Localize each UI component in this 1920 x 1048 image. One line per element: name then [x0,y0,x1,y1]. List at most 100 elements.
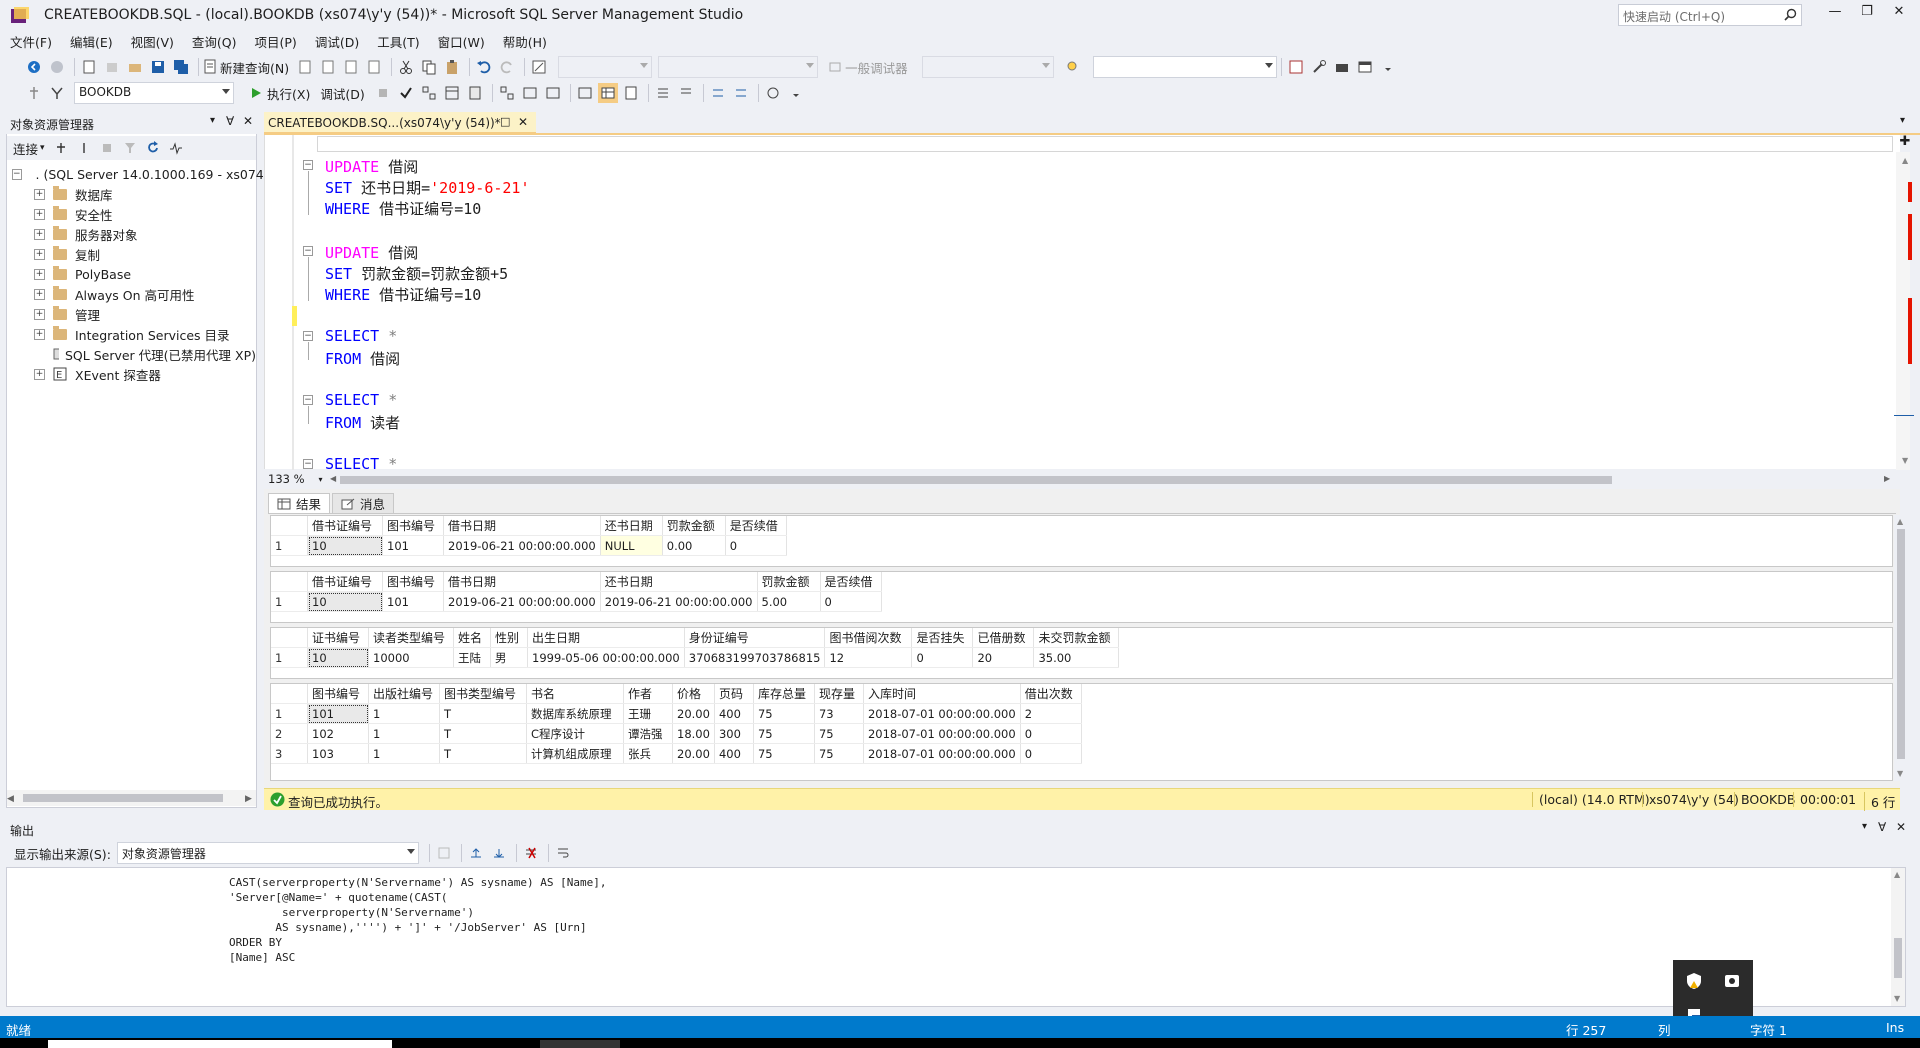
properties-icon[interactable] [1309,57,1329,77]
column-header[interactable]: 身份证编号 [684,628,826,648]
scroll-up-icon[interactable]: ▲ [1894,870,1900,879]
expand-icon[interactable]: + [34,308,45,320]
column-header[interactable]: 库存总量 [753,684,815,704]
scroll-down-icon[interactable]: ▼ [1894,994,1900,1003]
debug-button[interactable]: 调试(D) [320,84,364,103]
forward-icon[interactable] [47,57,67,77]
tab-close-icon[interactable]: ✕ [518,115,528,129]
filter-icon[interactable] [120,138,140,158]
undo-icon[interactable] [474,57,494,77]
uncomment-icon[interactable] [676,83,696,103]
tree-node-server-objects[interactable]: + 服务器对象 [12,224,256,244]
menu-tools[interactable]: 工具(T) [371,30,425,53]
tree-node-sql-agent[interactable]: SQL Server 代理(已禁用代理 XP) [12,344,256,364]
clear-all-icon[interactable] [521,843,541,863]
solution-platform-select[interactable] [658,56,819,78]
toolbox-icon[interactable] [1332,57,1352,77]
column-header[interactable]: 罚款金额 [662,516,726,536]
pin-icon[interactable]: ∀ [1878,820,1886,834]
column-header[interactable]: 作者 [623,684,673,704]
connect-icon[interactable] [24,83,44,103]
connect-dropdown[interactable]: 连接 [13,139,38,158]
column-header[interactable]: 出生日期 [527,628,685,648]
stop-icon[interactable] [373,83,393,103]
back-icon[interactable] [24,57,44,77]
editor-navigation-bar[interactable] [317,136,1893,152]
output-vscroll[interactable]: ▲ ▼ [1891,868,1905,1006]
debugger-button[interactable]: 一般调试器 [828,58,908,77]
menu-window[interactable]: 窗口(W) [432,30,491,53]
scroll-down-icon[interactable]: ▼ [1902,456,1908,465]
column-header[interactable]: 是否续借 [820,572,882,592]
tree-node-polybase[interactable]: + PolyBase [12,264,256,284]
tree-node-databases[interactable]: + 数据库 [12,184,256,204]
menu-help[interactable]: 帮助(H) [497,30,553,53]
column-header[interactable]: 未交罚款金额 [1033,628,1120,648]
column-header[interactable]: 还书日期 [600,516,663,536]
column-header[interactable]: 入库时间 [863,684,1021,704]
tree-node-always-on[interactable]: + Always On 高可用性 [12,284,256,304]
column-header[interactable]: 罚款金额 [757,572,821,592]
menu-project[interactable]: 项目(P) [249,30,303,53]
column-header[interactable]: 图书编号 [382,516,444,536]
disconnect-icon[interactable] [74,138,94,158]
scroll-down-icon[interactable]: ▼ [1897,769,1903,778]
column-header[interactable]: 是否挂失 [911,628,974,648]
table-row[interactable]: 1 10 10000 王陆 男 1999-05-06 00:00:00.000 … [271,647,1120,668]
fold-icon[interactable]: − [303,246,313,256]
find-in-files-icon[interactable] [1064,57,1084,77]
dmx-query-icon[interactable] [318,57,338,77]
collapse-icon[interactable]: − [12,168,22,180]
expand-icon[interactable]: + [34,268,45,280]
menu-file[interactable]: 文件(F) [4,30,58,53]
result-grid-3[interactable]: 证书编号 读者类型编号 姓名 性别 出生日期 身份证编号 图书借阅次数 是否挂失… [270,627,1893,679]
table-row[interactable]: 1 101 1 T 数据库系统原理 王珊 20.00 400 75 73 201… [271,703,1082,724]
security-shield-icon[interactable] [1685,972,1703,990]
change-connection-icon[interactable] [47,83,67,103]
menu-query[interactable]: 查询(Q) [186,30,243,53]
menu-view[interactable]: 视图(V) [125,30,180,53]
database-select[interactable]: BOOKDB [74,82,234,104]
menu-debug[interactable]: 调试(D) [309,30,365,53]
table-row[interactable]: 1 10 101 2019-06-21 00:00:00.000 2019-06… [271,591,882,612]
parse-check-icon[interactable] [396,83,416,103]
decrease-indent-icon[interactable] [708,83,728,103]
column-header[interactable]: 借书证编号 [307,516,383,536]
scroll-up-icon[interactable]: ▲ [1897,517,1903,526]
activity-monitor-icon[interactable] [529,57,549,77]
activity-icon[interactable] [166,138,186,158]
column-header[interactable]: 现存量 [814,684,864,704]
tree-node-xevent-profiler[interactable]: + E XEvent 探查器 [12,364,256,384]
scroll-up-icon[interactable]: ▲ [1902,156,1908,165]
go-to-next-icon[interactable] [489,843,509,863]
results-to-grid-icon[interactable] [597,83,618,103]
tab-pin-icon[interactable]: □ [500,115,510,128]
display-plan-icon[interactable] [419,83,439,103]
open-folder-icon[interactable] [125,57,145,77]
panel-close-icon[interactable]: ✕ [243,114,253,128]
expand-icon[interactable]: + [34,288,45,300]
specify-values-icon[interactable] [465,83,485,103]
toolbar-options-icon[interactable] [1378,57,1398,77]
expand-icon[interactable]: + [34,188,45,200]
table-row[interactable]: 2 102 1 T C程序设计 谭浩强 18.00 300 75 75 2018… [271,723,1082,744]
close-button[interactable]: ✕ [1884,4,1914,26]
word-wrap-icon[interactable] [553,843,573,863]
zoom-select[interactable]: 133 % ▾ [268,472,323,486]
menu-edit[interactable]: 编辑(E) [64,30,119,53]
new-query-button[interactable]: 新建查询(N) [203,58,289,77]
live-stats-icon[interactable] [520,83,540,103]
output-source-select[interactable]: 对象资源管理器 [116,842,419,864]
minimize-button[interactable]: — [1820,4,1850,26]
results-to-text-icon[interactable] [575,83,595,103]
column-header[interactable]: 图书编号 [382,572,444,592]
debug-target-select[interactable] [921,56,1054,78]
panel-close-icon[interactable]: ✕ [1896,820,1906,834]
editor-hscroll-thumb[interactable] [340,476,1612,484]
server-node[interactable]: − . (SQL Server 14.0.1000.169 - xs074 [12,164,264,184]
output-text-area[interactable]: CAST(serverproperty(N'Servername') AS sy… [6,867,1906,1007]
new-project-icon[interactable] [79,57,99,77]
results-vscroll[interactable]: ▲ ▼ [1894,515,1908,781]
column-header[interactable]: 性别 [490,628,528,648]
xmla-query-icon[interactable] [341,57,361,77]
